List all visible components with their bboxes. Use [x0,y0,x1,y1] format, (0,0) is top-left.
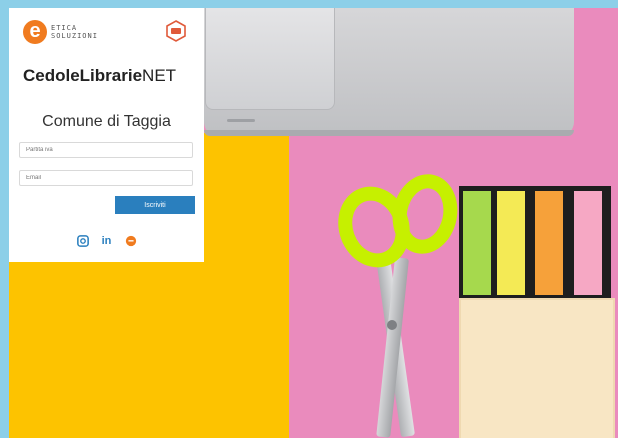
etica-logo: e ETICA SOLUZIONI [23,20,98,44]
page-title: CedoleLibrarieNET [23,66,177,85]
logo-line1: ETICA [51,24,78,32]
municipality-title: Comune di Taggia [42,113,171,130]
linkedin-icon[interactable]: in [100,234,114,248]
email-input[interactable] [19,170,193,186]
social-links: in [9,234,204,248]
register-button[interactable]: Iscriviti [115,196,195,214]
certificate-icon [166,20,186,42]
vat-number-input[interactable] [19,142,193,158]
etica-logo-icon: e [23,20,47,44]
instagram-icon[interactable] [76,234,90,248]
etica-icon[interactable] [124,234,138,248]
login-panel: e ETICA SOLUZIONI CedoleLibrarieNET Comu… [9,8,204,262]
logo-line2: SOLUZIONI [51,32,98,40]
